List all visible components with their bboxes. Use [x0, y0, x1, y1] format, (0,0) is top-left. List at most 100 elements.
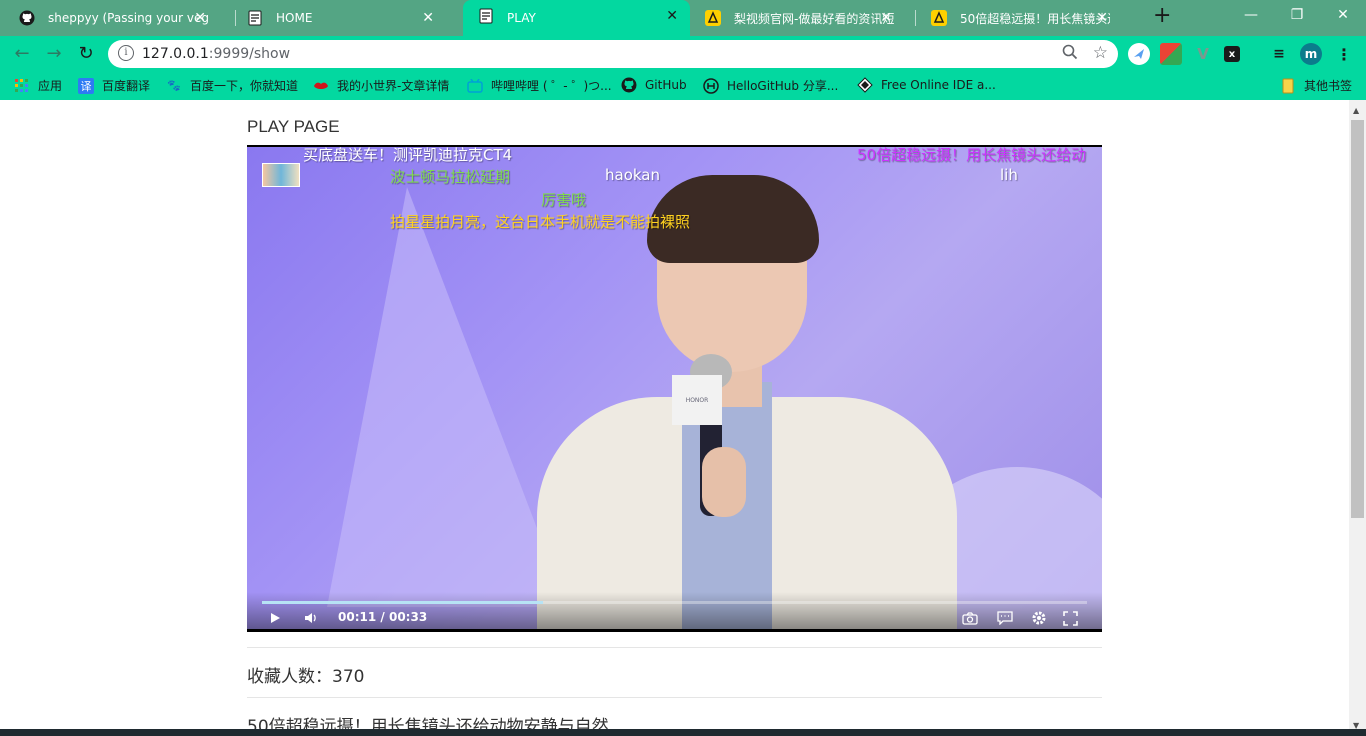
- play-icon[interactable]: [269, 609, 281, 627]
- tab-pear-video-home[interactable]: 梨视频官网-做最好看的资讯短 ✕: [690, 2, 904, 34]
- tab-pear-video-item[interactable]: 50倍超稳远摄！用长焦镜头还 ✕: [916, 2, 1120, 34]
- media-queue-icon[interactable]: ≡: [1268, 43, 1290, 65]
- bookmark-baidu-translate[interactable]: 译 百度翻译: [78, 77, 150, 94]
- info-icon[interactable]: i: [118, 45, 134, 61]
- channel-thumbnail: [262, 163, 300, 187]
- danmaku-comment: 50倍超稳远摄！用长焦镜头还给动: [857, 147, 1087, 164]
- hellogithub-icon: [703, 77, 719, 94]
- github-icon: [621, 77, 637, 93]
- url-text[interactable]: 127.0.0.1:9999/show: [142, 46, 290, 62]
- danmaku-comment: 波士顿马拉松延期: [390, 168, 511, 186]
- restore-icon[interactable]: ❐: [1274, 0, 1320, 30]
- baidu-icon: 🐾: [167, 79, 181, 92]
- close-icon[interactable]: ✕: [194, 10, 206, 26]
- baidu-translate-icon: 译: [78, 77, 94, 94]
- forward-arrow-icon[interactable]: →: [43, 42, 65, 64]
- bookmarks-bar: 应用 译 百度翻译 🐾 百度一下，你就知道 我的小世界-文章详情 哔哩哔哩 ( …: [0, 70, 1366, 100]
- new-tab-button[interactable]: +: [1153, 5, 1171, 27]
- minimize-icon[interactable]: —: [1228, 0, 1274, 30]
- volume-icon[interactable]: [304, 609, 318, 627]
- tab-play[interactable]: PLAY ✕: [463, 0, 690, 36]
- close-icon[interactable]: ✕: [1096, 10, 1108, 26]
- duration: 00:33: [388, 610, 428, 624]
- page-title: PLAY PAGE: [247, 117, 340, 136]
- time-display: 00:11 / 00:33: [338, 610, 427, 624]
- tab-title: 50倍超稳远摄！用长焦镜头还: [960, 11, 1110, 26]
- close-icon[interactable]: ✕: [880, 10, 892, 26]
- microphone-flag: HONOR: [672, 375, 722, 425]
- extension-v-icon[interactable]: V: [1192, 43, 1214, 65]
- screenshot-camera-icon[interactable]: [962, 609, 978, 627]
- bookmark-label: Free Online IDE a...: [881, 78, 996, 92]
- reload-icon[interactable]: ↻: [75, 42, 97, 64]
- bookmark-label: HelloGitHub 分享...: [727, 79, 839, 93]
- video-frame[interactable]: HONOR 买底盘送车！测评凯迪拉克CT4 50倍超稳远摄！用长焦镜头还给动 波…: [247, 147, 1102, 629]
- bookmark-label: 应用: [38, 79, 63, 93]
- pear-video-icon: [930, 9, 948, 27]
- ide-icon: [857, 77, 873, 93]
- bookmark-github[interactable]: GitHub: [621, 77, 687, 93]
- page-scrollbar[interactable]: ▲ ▼: [1349, 100, 1366, 736]
- favorites-label: 收藏人数：: [247, 667, 332, 687]
- tab-title: sheppyy (Passing your vege: [48, 11, 208, 25]
- bookmark-star-icon[interactable]: ☆: [1093, 43, 1108, 63]
- extension-palette-icon[interactable]: [1160, 43, 1182, 65]
- time-separator: /: [380, 610, 385, 624]
- os-taskbar: [0, 729, 1366, 736]
- favorites-count: 收藏人数：370: [247, 662, 364, 687]
- stage-backdrop-shape: [327, 187, 567, 607]
- bookmark-label: 百度翻译: [102, 79, 151, 93]
- bookmark-label: 哔哩哔哩 ( ゜- ゜)つ...: [491, 79, 612, 93]
- bookmark-label: GitHub: [645, 78, 687, 92]
- bookmark-other[interactable]: 其他书签: [1280, 77, 1352, 94]
- video-player[interactable]: HONOR 买底盘送车！测评凯迪拉克CT4 50倍超稳远摄！用长焦镜头还给动 波…: [247, 145, 1102, 632]
- bookmark-article[interactable]: 我的小世界-文章详情: [313, 77, 449, 94]
- address-bar[interactable]: i 127.0.0.1:9999/show ☆: [108, 40, 1118, 68]
- apps-grid-icon: [14, 78, 30, 94]
- scrollbar-thumb[interactable]: [1351, 120, 1364, 518]
- tab-home[interactable]: HOME ✕: [232, 2, 446, 34]
- scroll-up-icon[interactable]: ▲: [1353, 106, 1359, 115]
- close-icon[interactable]: ✕: [422, 10, 434, 26]
- progress-fill: [262, 601, 543, 604]
- bookmark-apps[interactable]: 应用: [14, 77, 62, 94]
- doc-icon: [477, 7, 495, 25]
- doc-icon: [246, 9, 264, 27]
- folder-icon: [1280, 78, 1296, 94]
- danmaku-comment: 厉害哦: [541, 191, 587, 209]
- danmaku-comment: 拍星星拍月亮，这台日本手机就是不能拍裸照: [390, 213, 691, 231]
- player-controls: 00:11 / 00:33: [247, 592, 1102, 632]
- close-icon[interactable]: ✕: [666, 8, 678, 24]
- bookmark-baidu[interactable]: 🐾 百度一下，你就知道: [166, 77, 298, 94]
- page-content: PLAY PAGE HONOR 买底盘送车！测评凯迪拉克CT4 50倍超稳远摄！…: [0, 100, 1348, 736]
- danmaku-comment: haokan: [605, 166, 660, 184]
- settings-gear-icon[interactable]: [1031, 609, 1047, 627]
- divider: [247, 647, 1102, 648]
- tab-strip: sheppyy (Passing your vege ✕ HOME ✕ PLAY…: [0, 0, 1366, 36]
- window-close-icon[interactable]: ✕: [1320, 0, 1366, 30]
- tab-title: PLAY: [507, 11, 536, 25]
- progress-bar[interactable]: [262, 601, 1087, 604]
- bilibili-icon: [467, 78, 483, 94]
- bookmark-ide[interactable]: Free Online IDE a...: [857, 77, 996, 93]
- bookmark-bilibili[interactable]: 哔哩哔哩 ( ゜- ゜)つ...: [467, 77, 612, 94]
- current-time: 00:11: [338, 610, 377, 624]
- presenter-hand: [702, 447, 746, 517]
- danmaku-toggle-icon[interactable]: [997, 609, 1013, 627]
- tab-github[interactable]: sheppyy (Passing your vege ✕: [4, 2, 218, 34]
- back-arrow-icon[interactable]: ←: [11, 42, 33, 64]
- danmaku-comment: 买底盘送车！测评凯迪拉克CT4: [303, 147, 513, 164]
- bookmark-label: 百度一下，你就知道: [190, 79, 299, 93]
- bookmark-hellogithub[interactable]: HelloGitHub 分享...: [703, 77, 838, 94]
- more-vert-icon[interactable]: ⋮: [1333, 43, 1355, 65]
- favorites-value: 370: [332, 667, 365, 687]
- extension-x-icon[interactable]: x: [1224, 46, 1240, 62]
- fullscreen-icon[interactable]: [1063, 609, 1078, 627]
- extension-bird-icon[interactable]: [1128, 43, 1150, 65]
- pear-video-icon: [704, 9, 722, 27]
- profile-avatar[interactable]: m: [1300, 43, 1322, 65]
- tab-title: 梨视频官网-做最好看的资讯短: [734, 11, 894, 26]
- lips-icon: [313, 78, 329, 94]
- zoom-icon[interactable]: [1062, 44, 1078, 64]
- tab-title: HOME: [276, 11, 313, 25]
